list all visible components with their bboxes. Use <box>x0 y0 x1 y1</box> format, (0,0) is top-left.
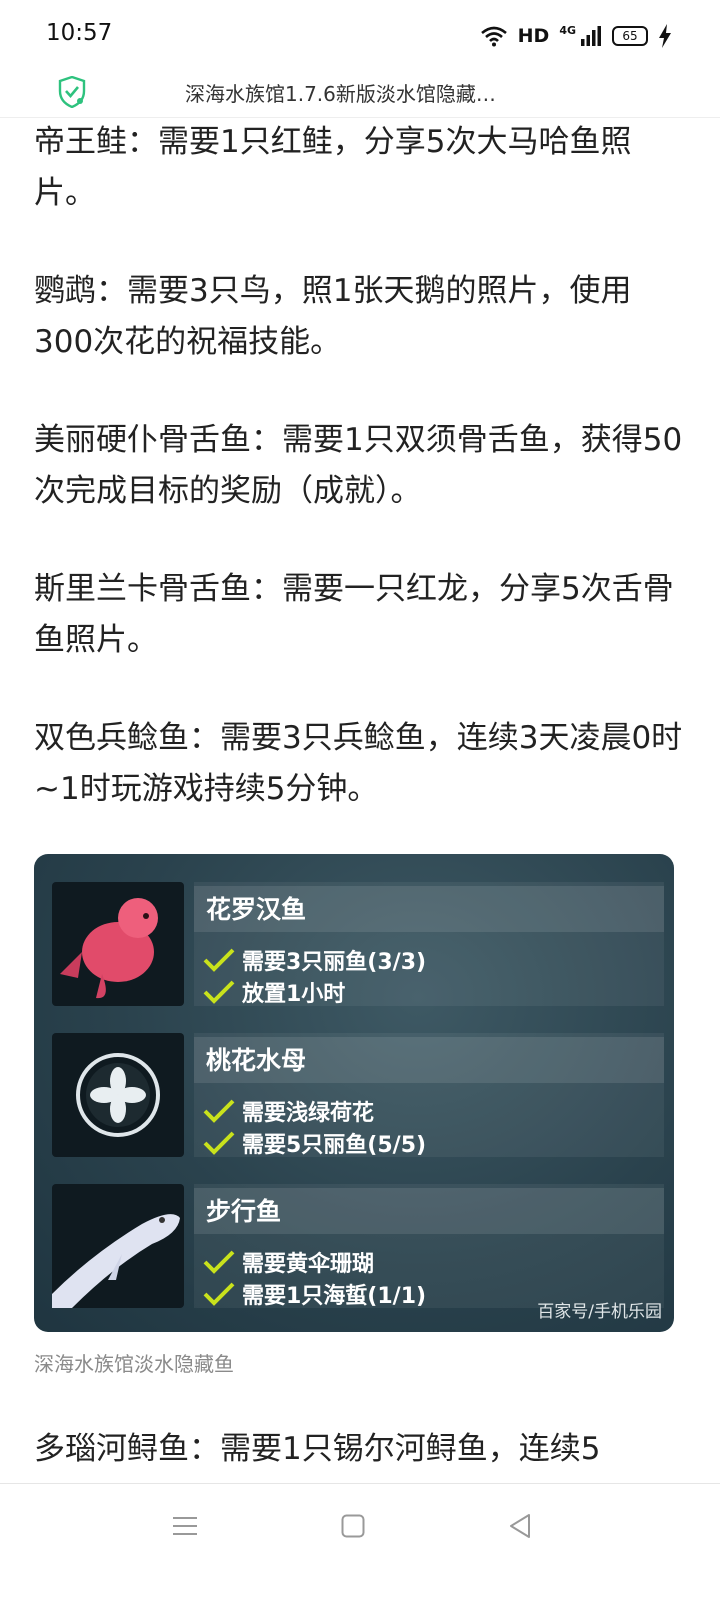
wifi-icon <box>480 26 507 47</box>
back-triangle-icon <box>510 1514 530 1538</box>
back-button[interactable] <box>490 1504 550 1548</box>
paragraph: 美丽硬仆骨舌鱼：需要1只双须骨舌鱼，获得50次完成目标的奖励（成就）。 <box>34 422 683 509</box>
fish-card: 花罗汉鱼 需要3只丽鱼(3/3) 放置1小时 <box>34 882 674 1017</box>
requirement-text: 需要浅绿荷花 <box>242 1101 375 1126</box>
battery-level: 65 <box>622 29 638 43</box>
shield-icon[interactable] <box>58 76 86 108</box>
check-icon <box>203 1282 235 1306</box>
charging-icon <box>659 24 671 48</box>
battery-icon: 65 <box>612 26 648 46</box>
requirement-text: 需要3只丽鱼(3/3) <box>242 950 427 975</box>
image-watermark: 百家号/手机乐园 <box>537 1302 662 1322</box>
paragraph: 帝王鲑：需要1只红鲑，分享5次大马哈鱼照片。 <box>34 124 632 211</box>
menu-button[interactable] <box>155 1504 215 1548</box>
requirement: 需要5只丽鱼(5/5) <box>202 1127 426 1159</box>
signal-icon <box>581 26 601 46</box>
paragraph: 斯里兰卡骨舌鱼：需要一只红龙，分享5次舌骨鱼照片。 <box>34 571 674 658</box>
home-square-icon <box>341 1514 365 1538</box>
requirement: 需要浅绿荷花 <box>202 1095 374 1127</box>
network-type-label: 4G <box>559 23 576 37</box>
status-time: 10:57 <box>46 20 113 46</box>
fish-name: 花罗汉鱼 <box>206 895 307 924</box>
walking-fish-image <box>52 1184 184 1308</box>
status-bar: 10:57 HD 4G 65 <box>0 0 720 70</box>
check-icon <box>203 1250 235 1274</box>
requirement: 需要1只海蜇(1/1) <box>202 1278 426 1310</box>
check-icon <box>203 980 235 1004</box>
requirement: 需要黄伞珊瑚 <box>202 1246 374 1278</box>
fish-card: 桃花水母 需要浅绿荷花 需要5只丽鱼(5/5) <box>34 1033 674 1168</box>
article-image[interactable]: 花罗汉鱼 需要3只丽鱼(3/3) 放置1小时 桃花水母 需要浅绿荷花 需要5只丽… <box>34 854 674 1332</box>
paragraph: 鹦鹉：需要3只鸟，照1张天鹅的照片，使用300次花的祝福技能。 <box>34 273 632 360</box>
status-icons: HD 4G 65 <box>480 22 672 50</box>
page-header: 深海水族馆1.7.6新版淡水馆隐藏… <box>0 70 720 118</box>
flowerhorn-fish-image <box>52 882 184 1006</box>
article-body: 帝王鲑：需要1只红鲑，分享5次大马哈鱼照片。 鹦鹉：需要3只鸟，照1张天鹅的照片… <box>34 118 684 862</box>
check-icon <box>203 1099 235 1123</box>
fish-name: 桃花水母 <box>206 1046 307 1075</box>
check-icon <box>203 1131 235 1155</box>
image-caption: 深海水族馆淡水隐藏鱼 <box>34 1352 234 1376</box>
check-icon <box>203 948 235 972</box>
requirement-text: 需要1只海蜇(1/1) <box>242 1284 427 1309</box>
hd-label: HD <box>517 25 550 47</box>
menu-icon <box>173 1517 197 1535</box>
requirement-text: 需要黄伞珊瑚 <box>242 1252 375 1277</box>
navigation-bar <box>0 1483 720 1600</box>
fish-name: 步行鱼 <box>206 1197 282 1226</box>
paragraph: 多瑙河鲟鱼：需要1只锡尔河鲟鱼，连续5 <box>34 1431 601 1467</box>
requirement-text: 需要5只丽鱼(5/5) <box>242 1133 427 1158</box>
requirement-text: 放置1小时 <box>242 982 346 1007</box>
paragraph: 双色兵鲶鱼：需要3只兵鲶鱼，连续3天凌晨0时~1时玩游戏持续5分钟。 <box>34 720 683 807</box>
jellyfish-image <box>52 1033 184 1157</box>
requirement: 放置1小时 <box>202 976 345 1008</box>
requirement: 需要3只丽鱼(3/3) <box>202 944 426 976</box>
home-button[interactable] <box>323 1504 383 1548</box>
page-title: 深海水族馆1.7.6新版淡水馆隐藏… <box>185 82 496 106</box>
